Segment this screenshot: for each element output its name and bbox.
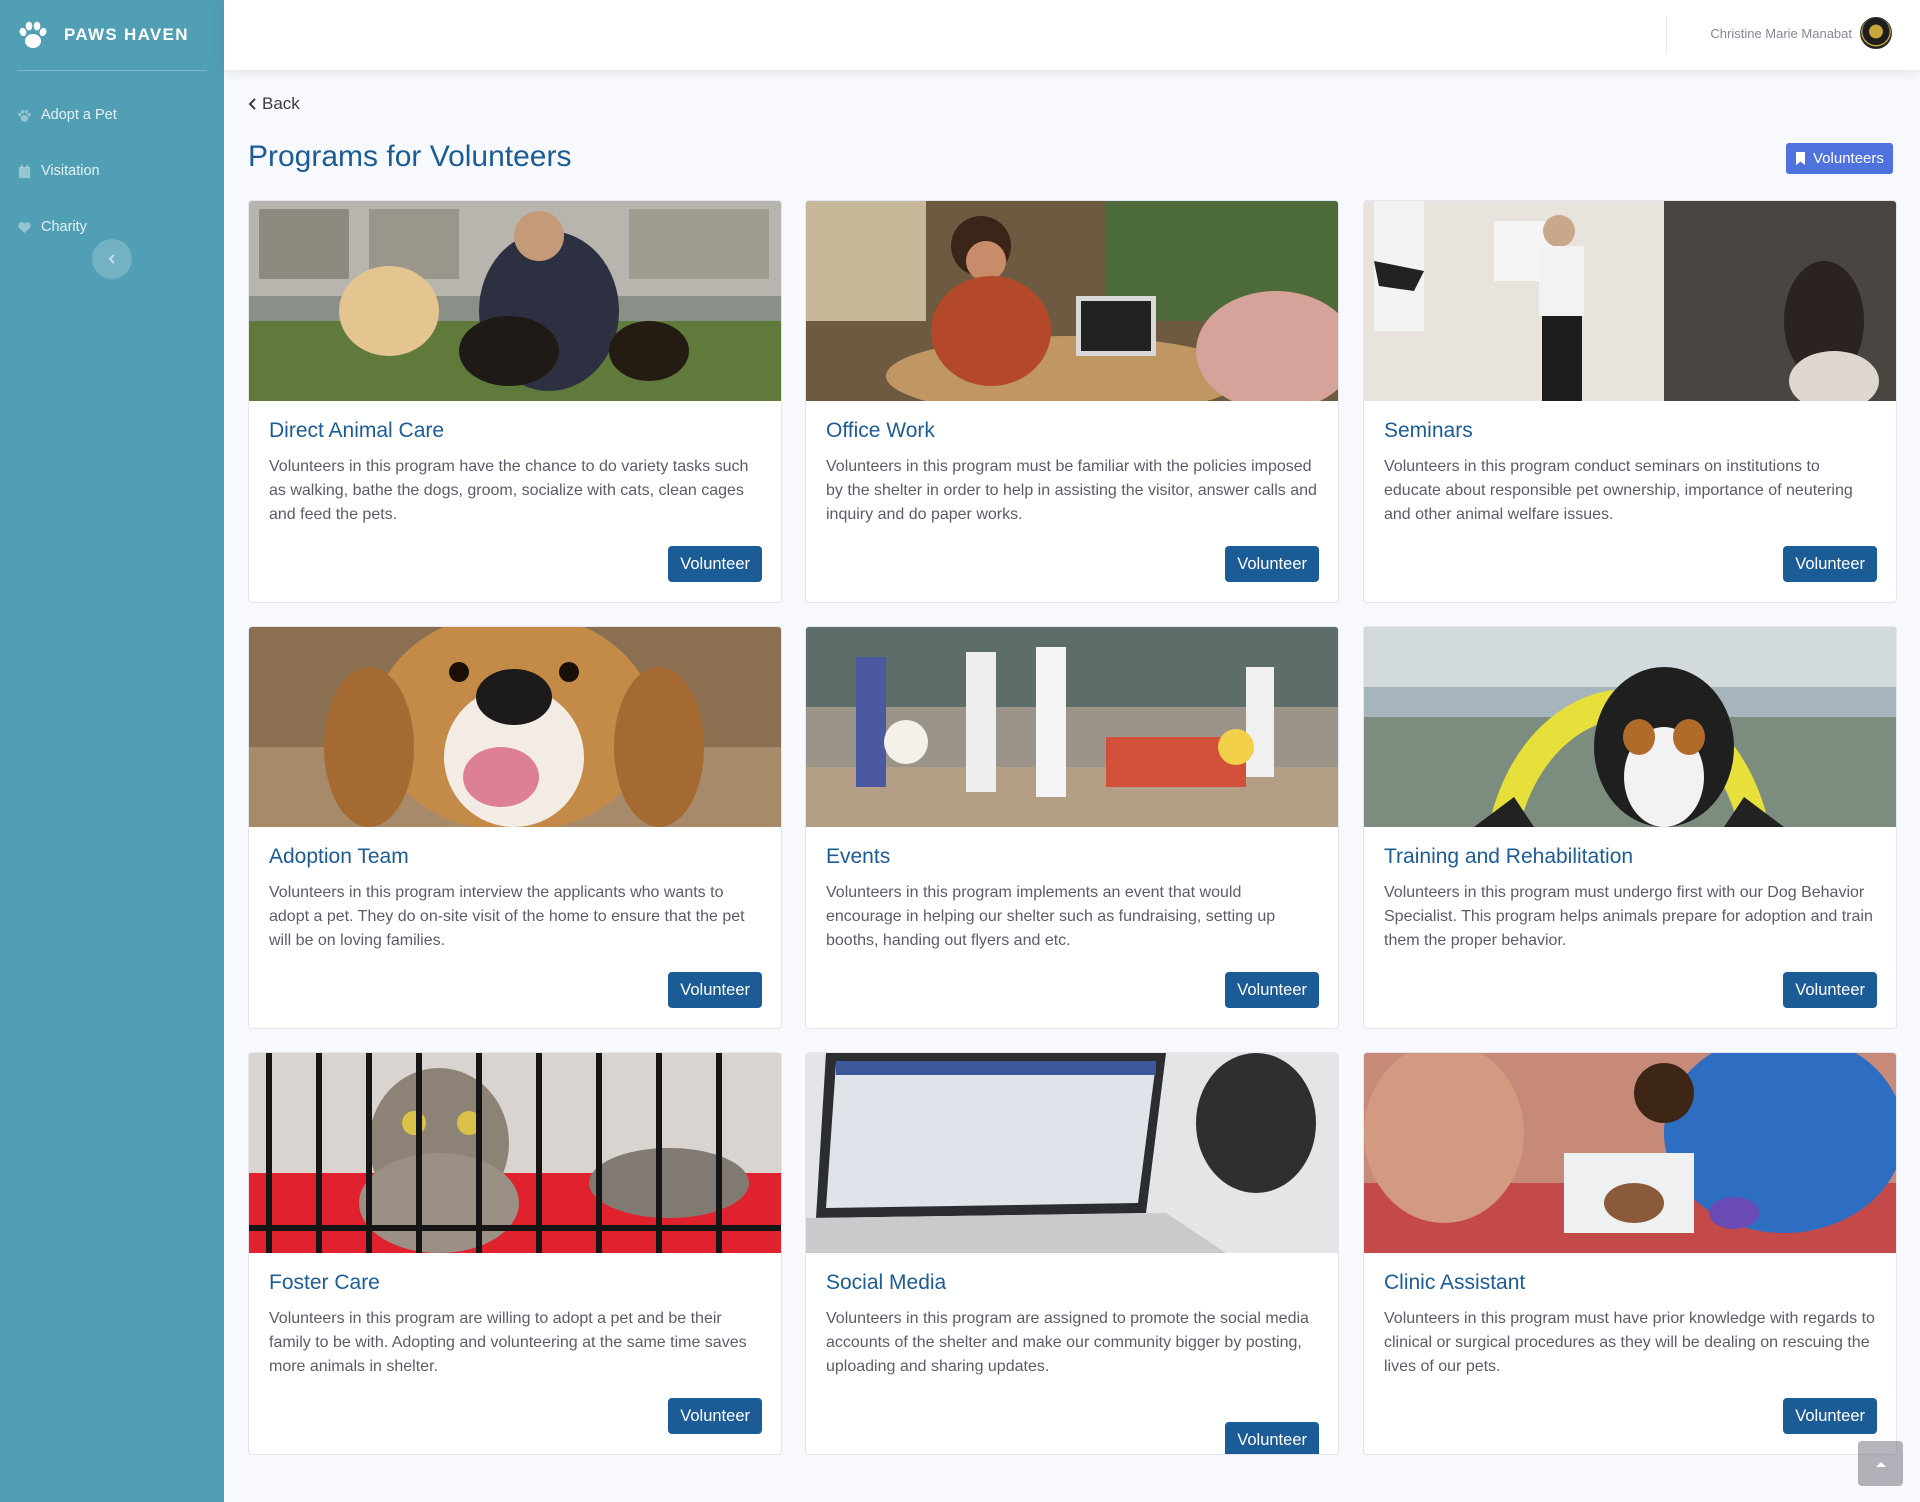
topbar: Christine Marie Manabat [224,0,1920,70]
card-title: Adoption Team [269,845,409,868]
card-title: Foster Care [269,1271,380,1294]
heart-icon [18,221,31,233]
card-title: Clinic Assistant [1384,1271,1526,1294]
paw-icon [18,109,31,122]
smiling-beagle-photo [249,627,781,827]
page-title: Programs for Volunteers [248,140,572,173]
card-text: Volunteers in this program are assigned … [826,1310,1309,1375]
volunteers-button-label: Volunteers [1813,150,1884,167]
card-text: Volunteers in this program have the chan… [269,458,749,523]
chevron-left-icon [108,254,115,264]
user-menu[interactable]: Christine Marie Manabat [1710,17,1892,49]
program-card: Adoption Team Volunteers in this program… [248,626,782,1029]
card-title: Training and Rehabilitation [1384,845,1634,868]
sidebar-item-label: Adopt a Pet [41,107,117,123]
office-meeting-photo [806,201,1338,401]
volunteer-button[interactable]: Volunteer [668,972,762,1008]
card-title: Direct Animal Care [269,419,445,442]
sidebar-item-label: Visitation [41,163,100,179]
dog-agility-ring-photo [1364,627,1896,827]
program-card: Foster Care Volunteers in this program a… [248,1052,782,1455]
volunteer-button[interactable]: Volunteer [1783,546,1877,582]
program-card: Events Volunteers in this program implem… [805,626,1339,1029]
paw-logo-icon [19,21,47,48]
volunteers-button[interactable]: Volunteers [1786,143,1893,174]
user-name: Christine Marie Manabat [1710,25,1852,41]
sidebar: PAWS HAVEN Adopt a Pet Visitation Charit… [0,0,224,1502]
program-card: Training and Rehabilitation Volunteers i… [1363,626,1897,1029]
laptop-social-media-photo [806,1053,1338,1253]
card-text: Volunteers in this program must undergo … [1384,884,1873,949]
bookmark-icon [1796,152,1805,165]
calendar-icon [18,164,31,178]
kitten-in-cage-photo [249,1053,781,1253]
card-text: Volunteers in this program implements an… [826,884,1276,949]
volunteer-button[interactable]: Volunteer [668,1398,762,1434]
card-text: Volunteers in this program conduct semin… [1384,458,1853,523]
sidebar-toggle-button[interactable] [92,239,132,279]
topbar-divider [1666,16,1667,54]
brand[interactable]: PAWS HAVEN [0,0,224,70]
volunteer-button[interactable]: Volunteer [1225,546,1319,582]
program-card: Office Work Volunteers in this program m… [805,200,1339,603]
card-text: Volunteers in this program must be famil… [826,458,1317,523]
clinic-procedure-photo [1364,1053,1896,1253]
volunteer-button[interactable]: Volunteer [1225,972,1319,1008]
chevron-up-icon [1875,1461,1886,1467]
card-text: Volunteers in this program are willing t… [269,1310,747,1375]
card-text: Volunteers in this program interview the… [269,884,745,949]
woman-with-puppies-photo [249,201,781,401]
card-title: Seminars [1384,419,1473,442]
program-card: Seminars Volunteers in this program cond… [1363,200,1897,603]
scroll-to-top-button[interactable] [1858,1441,1903,1486]
volunteer-button[interactable]: Volunteer [1783,1398,1877,1434]
back-link[interactable]: Back [248,94,300,114]
sidebar-item-visitation[interactable]: Visitation [0,143,224,199]
pet-event-crowd-photo [806,627,1338,827]
avatar [1860,17,1892,49]
sidebar-item-label: Charity [41,219,87,235]
chevron-left-icon [248,98,256,110]
program-card: Social Media Volunteers in this program … [805,1052,1339,1455]
card-title: Social Media [826,1271,947,1294]
program-card: Direct Animal Care Volunteers in this pr… [248,200,782,603]
volunteer-button[interactable]: Volunteer [1225,1422,1319,1454]
sidebar-item-adopt-a-pet[interactable]: Adopt a Pet [0,87,224,143]
back-label: Back [262,94,300,113]
program-card: Clinic Assistant Volunteers in this prog… [1363,1052,1897,1455]
volunteer-button[interactable]: Volunteer [1783,972,1877,1008]
seminar-presenter-photo [1364,201,1896,401]
card-title: Events [826,845,891,868]
card-text: Volunteers in this program must have pri… [1384,1310,1875,1375]
brand-name: PAWS HAVEN [64,25,189,44]
volunteer-button[interactable]: Volunteer [668,546,762,582]
card-title: Office Work [826,419,935,442]
